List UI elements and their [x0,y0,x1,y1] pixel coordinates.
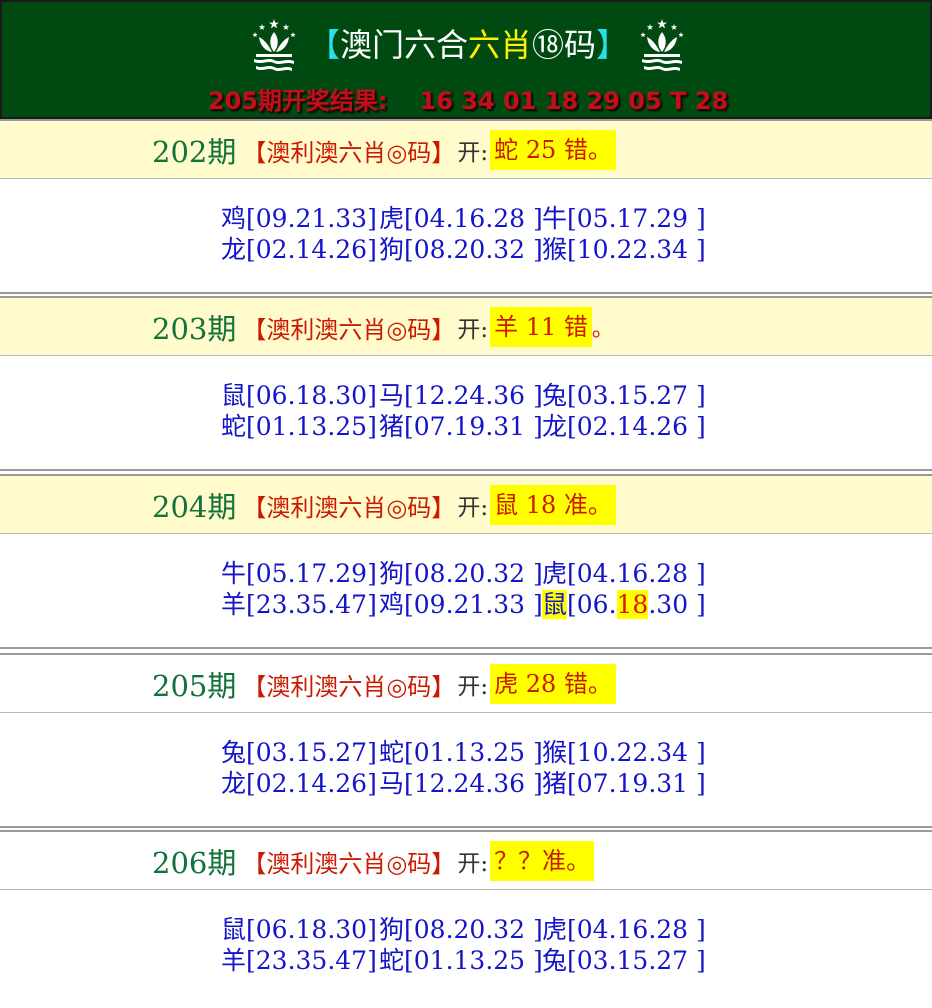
pick-item: 羊[23.35.47] [221,946,377,975]
pick-item: 牛[05.17.29] [221,559,377,588]
open-result: 羊 11 错 [490,307,592,347]
open-result: 鼠 18 准。 [490,485,616,525]
pick-item: 马[12.24.36 ] [379,381,543,410]
pick-item: 虎[04.16.28 ] [379,204,543,233]
header-banner: 【澳门六合六肖⑱码】 205期开奖结果: 16 34 01 18 29 05 T … [0,0,932,119]
issue-number: 206期 [152,846,237,880]
pick-item: 兔[03.15.27 ] [542,381,706,410]
open-label: 开: [457,495,489,521]
pick-item: 兔[03.15.27 ] [542,946,706,975]
open-result: ？？准。 [490,841,595,881]
issue-number: 202期 [152,135,237,169]
pick-item: 猴[10.22.34 ] [542,738,706,767]
macau-emblem-icon [640,19,684,71]
pick-item: 猪[07.19.31 ] [542,769,706,798]
pick-item: 蛇[01.13.25 ] [379,738,543,767]
open-label: 开: [457,851,489,877]
open-label: 开: [457,317,489,343]
pick-item: 蛇[01.13.25 ] [379,946,543,975]
pick-item: 鸡[09.21.33] [221,204,377,233]
pick-item: 龙[02.14.26] [221,769,377,798]
issue-number: 203期 [152,312,237,346]
hit-number: 18 [616,590,649,619]
pick-item: 猪[07.19.31 ] [379,412,543,441]
pick-item: 鼠[06.18.30] [221,381,377,410]
pick-item: 牛[05.17.29 ] [542,204,706,233]
pick-item: 狗[08.20.32 ] [379,915,543,944]
pick-item: 鸡[09.21.33 ] [379,590,543,619]
issue-row-206: 206期 【澳利澳六肖◎码】 开: ？？准。 [0,830,932,890]
picks-202: 鸡[09.21.33] 虎[04.16.28 ] 牛[05.17.29 ] 龙[… [0,179,932,294]
issue-number: 205期 [152,669,237,703]
open-label: 开: [457,140,489,166]
picks-203: 鼠[06.18.30] 马[12.24.36 ] 兔[03.15.27 ] 蛇[… [0,356,932,471]
picks-205: 兔[03.15.27] 蛇[01.13.25 ] 猴[10.22.34 ] 龙[… [0,713,932,828]
pick-item: 狗[08.20.32 ] [379,559,543,588]
issue-name: 【澳利澳六肖◎码】 [242,493,456,522]
pick-item: 羊[23.35.47] [221,590,377,619]
picks-206: 鼠[06.18.30] 狗[08.20.32 ] 虎[04.16.28 ] 羊[… [0,890,932,1005]
issue-row-203: 203期 【澳利澳六肖◎码】 开: 羊 11 错。 [0,296,932,356]
pick-item: 狗[08.20.32 ] [379,235,543,264]
open-label: 开: [457,674,489,700]
pick-item-hit: 鼠[06.18.30 ] [542,590,706,619]
issue-name: 【澳利澳六肖◎码】 [242,315,456,344]
pick-item: 兔[03.15.27] [221,738,377,767]
issue-row-205: 205期 【澳利澳六肖◎码】 开: 虎 28 错。 [0,653,932,713]
latest-result: 205期开奖结果: 16 34 01 18 29 05 T 28 [207,87,729,115]
page-title: 【澳门六合六肖⑱码】 [307,26,629,64]
issue-number: 204期 [152,490,237,524]
issue-name: 【澳利澳六肖◎码】 [242,672,456,701]
pick-item: 马[12.24.36 ] [379,769,543,798]
issue-row-202: 202期 【澳利澳六肖◎码】 开: 蛇 25 错。 [0,119,932,179]
pick-item: 猴[10.22.34 ] [542,235,706,264]
pick-item: 龙[02.14.26 ] [542,412,706,441]
issue-name: 【澳利澳六肖◎码】 [242,849,456,878]
pick-item: 虎[04.16.28 ] [542,559,706,588]
issue-name: 【澳利澳六肖◎码】 [242,138,456,167]
open-result: 虎 28 错。 [490,664,616,704]
title-row: 【澳门六合六肖⑱码】 [2,10,932,80]
picks-204: 牛[05.17.29] 狗[08.20.32 ] 虎[04.16.28 ] 羊[… [0,534,932,649]
pick-item: 虎[04.16.28 ] [542,915,706,944]
hit-zodiac: 鼠 [542,590,568,619]
macau-emblem-icon [252,19,296,71]
issue-row-204: 204期 【澳利澳六肖◎码】 开: 鼠 18 准。 [0,474,932,534]
pick-item: 鼠[06.18.30] [221,915,377,944]
open-result: 蛇 25 错。 [490,130,616,170]
pick-item: 蛇[01.13.25] [221,412,377,441]
pick-item: 龙[02.14.26] [221,235,377,264]
